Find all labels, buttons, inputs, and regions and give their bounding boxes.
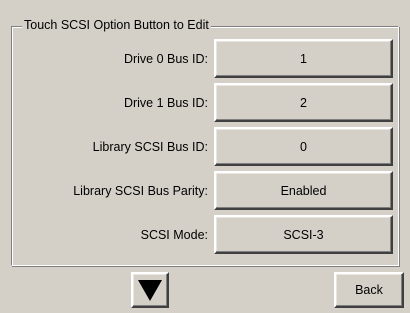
- library-scsi-bus-id-label: Library SCSI Bus ID:: [92, 140, 208, 154]
- drive-0-bus-id-value: 1: [300, 51, 307, 66]
- drive-1-bus-id-value: 2: [300, 95, 307, 110]
- drive-0-bus-id-label: Drive 0 Bus ID:: [123, 52, 208, 66]
- scsi-mode-label: SCSI Mode:: [140, 228, 208, 242]
- back-button[interactable]: Back: [334, 272, 404, 308]
- scsi-mode-value: SCSI-3: [283, 227, 324, 242]
- back-button-label: Back: [355, 283, 383, 297]
- scroll-down-button[interactable]: [131, 272, 169, 308]
- drive-1-bus-id-button[interactable]: 2: [214, 83, 393, 122]
- drive-0-bus-id-button[interactable]: 1: [214, 39, 393, 78]
- groupbox-title: Touch SCSI Option Button to Edit: [22, 17, 211, 33]
- scsi-mode-button[interactable]: SCSI-3: [214, 215, 393, 254]
- library-scsi-bus-id-value: 0: [300, 139, 307, 154]
- library-scsi-bus-parity-value: Enabled: [280, 183, 327, 198]
- library-scsi-bus-id-button[interactable]: 0: [214, 127, 393, 166]
- library-scsi-bus-parity-label: Library SCSI Bus Parity:: [73, 184, 208, 198]
- drive-1-bus-id-label: Drive 1 Bus ID:: [123, 96, 208, 110]
- triangle-down-icon: [138, 280, 162, 301]
- library-scsi-bus-parity-button[interactable]: Enabled: [214, 171, 393, 210]
